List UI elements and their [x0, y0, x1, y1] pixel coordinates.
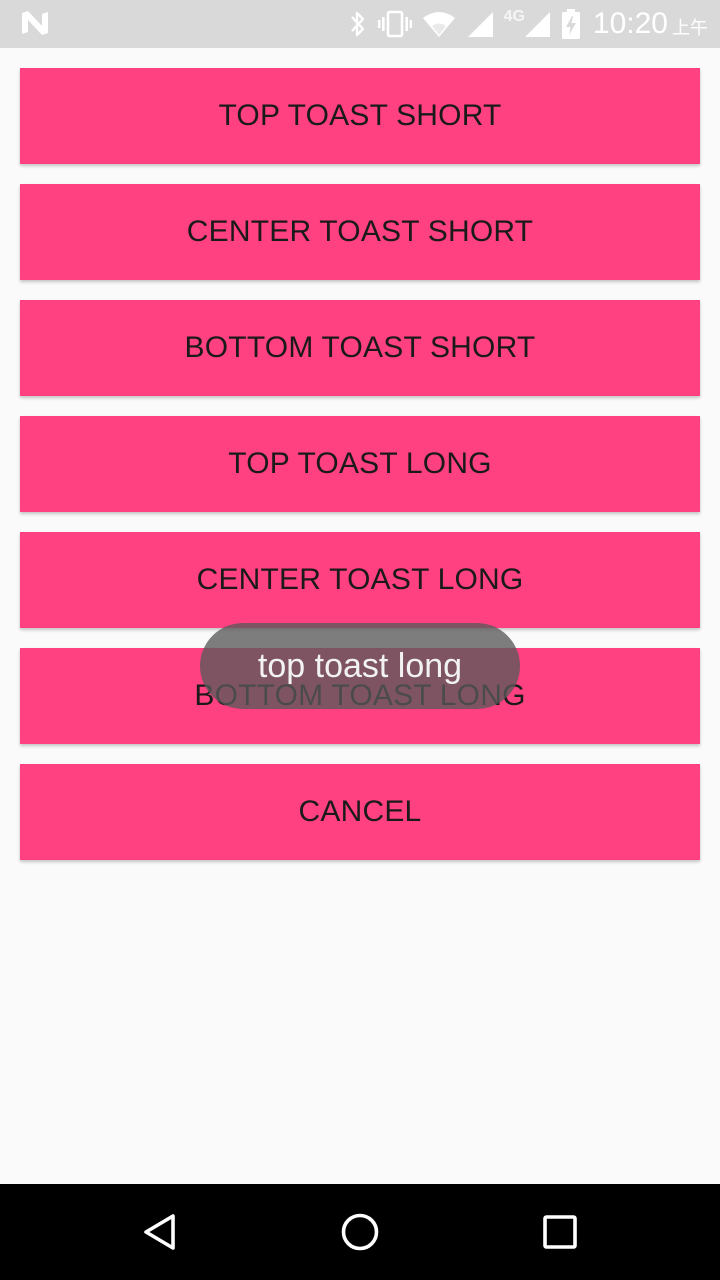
notification-n-icon [20, 10, 50, 36]
clock-time: 10:20 [592, 7, 668, 40]
bluetooth-icon [348, 9, 368, 39]
signal-icon [466, 10, 494, 38]
vibrate-icon [377, 9, 412, 39]
home-icon[interactable] [330, 1202, 390, 1262]
battery-charging-icon [561, 8, 581, 40]
center-toast-short-button[interactable]: CENTER TOAST SHORT [20, 184, 700, 280]
cancel-button[interactable]: CANCEL [20, 764, 700, 860]
top-toast-short-button[interactable]: TOP TOAST SHORT [20, 68, 700, 164]
bottom-toast-short-button[interactable]: BOTTOM TOAST SHORT [20, 300, 700, 396]
network-type-label: 4G [503, 8, 525, 25]
status-icons: 4G 10:20 上午 [348, 0, 708, 48]
clock-ampm: 上午 [672, 18, 708, 38]
status-bar: 4G 10:20 上午 [0, 0, 720, 48]
recents-icon[interactable] [530, 1202, 590, 1262]
content-area: TOP TOAST SHORT CENTER TOAST SHORT BOTTO… [0, 48, 720, 1184]
toast-message: top toast long [200, 623, 520, 709]
top-toast-long-button[interactable]: TOP TOAST LONG [20, 416, 700, 512]
center-toast-long-button[interactable]: CENTER TOAST LONG [20, 532, 700, 628]
back-icon[interactable] [130, 1202, 190, 1262]
signal-icon [523, 10, 551, 38]
navigation-bar [0, 1184, 720, 1280]
wifi-icon [422, 10, 456, 38]
toast-button-list: TOP TOAST SHORT CENTER TOAST SHORT BOTTO… [20, 68, 700, 860]
